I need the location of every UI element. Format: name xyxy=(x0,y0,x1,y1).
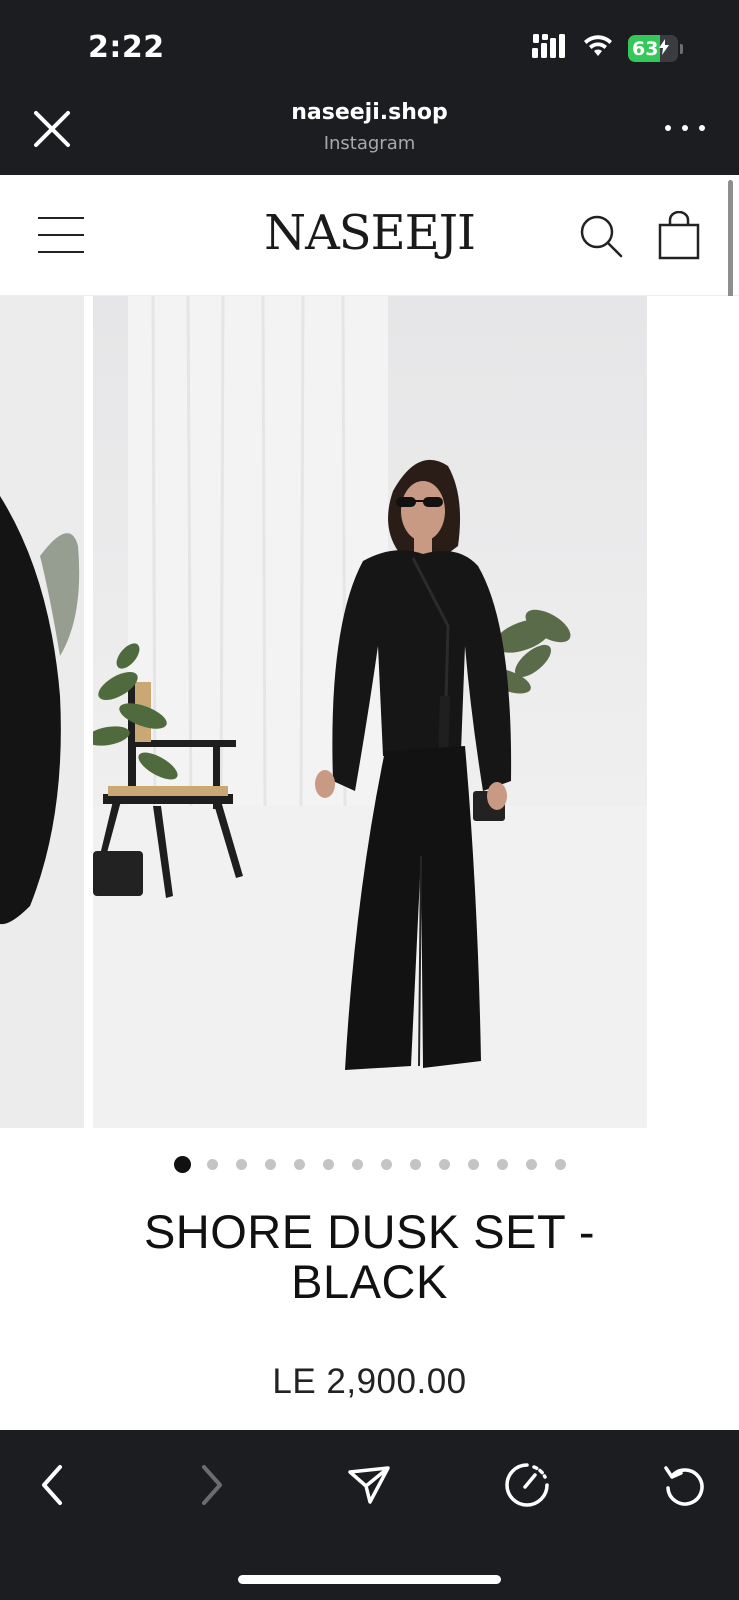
gallery-dot[interactable] xyxy=(380,1158,392,1170)
product-price: LE 2,900.00 xyxy=(272,1362,467,1401)
bolt-icon xyxy=(659,38,670,60)
gallery-slide-active[interactable] xyxy=(93,296,647,1128)
battery-percent: 63 xyxy=(632,37,659,60)
cellular-signal-icon xyxy=(532,34,568,63)
more-icon-dot xyxy=(699,125,705,131)
gallery-dot[interactable] xyxy=(206,1158,218,1170)
back-arrow-icon xyxy=(38,1463,68,1512)
gallery-slide-next[interactable] xyxy=(656,296,739,1128)
gallery-dot[interactable] xyxy=(496,1158,508,1170)
site-domain: naseeji.shop xyxy=(291,100,448,125)
cart-button[interactable] xyxy=(656,210,702,261)
more-icon-dot xyxy=(665,125,671,131)
send-icon xyxy=(346,1462,392,1513)
forward-button[interactable] xyxy=(186,1462,236,1512)
gallery-dot[interactable] xyxy=(322,1158,334,1170)
status-time: 2:22 xyxy=(88,30,165,65)
gallery-dot[interactable] xyxy=(235,1158,247,1170)
wifi-icon xyxy=(582,34,614,63)
gallery-dot[interactable] xyxy=(467,1158,479,1170)
forward-arrow-icon xyxy=(196,1463,226,1512)
gallery-dot[interactable] xyxy=(438,1158,450,1170)
gallery-dot[interactable] xyxy=(351,1158,363,1170)
gallery-dot[interactable] xyxy=(525,1158,537,1170)
reload-icon xyxy=(662,1462,708,1513)
status-icons: 63 xyxy=(532,34,683,63)
gallery-dot[interactable] xyxy=(409,1158,421,1170)
back-button[interactable] xyxy=(28,1462,78,1512)
speedometer-icon xyxy=(504,1462,550,1513)
store-logo[interactable]: NASEEJI xyxy=(0,205,739,261)
shopping-bag-icon xyxy=(656,210,702,265)
gallery-dot[interactable] xyxy=(554,1158,566,1170)
share-button[interactable] xyxy=(344,1462,394,1512)
product-gallery[interactable] xyxy=(0,296,739,1128)
search-button[interactable] xyxy=(578,213,624,259)
search-icon xyxy=(578,215,624,263)
gallery-dot[interactable] xyxy=(264,1158,276,1170)
gallery-slide-previous[interactable] xyxy=(0,296,84,1128)
more-icon-dot xyxy=(682,125,688,131)
gallery-pagination[interactable] xyxy=(0,1155,739,1173)
gallery-dot[interactable] xyxy=(293,1158,305,1170)
store-header: NASEEJI xyxy=(0,175,739,296)
more-button[interactable] xyxy=(665,122,705,134)
home-indicator[interactable] xyxy=(238,1575,501,1584)
site-source: Instagram xyxy=(323,133,416,154)
speed-button[interactable] xyxy=(502,1462,552,1512)
battery-cap xyxy=(680,43,683,54)
browser-top-bar: 2:22 63 naseeji.shop Instagram xyxy=(0,0,739,175)
battery-indicator: 63 xyxy=(628,35,678,62)
product-photo xyxy=(93,296,647,1128)
browser-bottom-toolbar xyxy=(0,1430,739,1600)
product-title: SHORE DUSK SET - BLACK xyxy=(143,1205,596,1308)
gallery-dot-active[interactable] xyxy=(173,1155,191,1173)
reload-button[interactable] xyxy=(660,1462,710,1512)
